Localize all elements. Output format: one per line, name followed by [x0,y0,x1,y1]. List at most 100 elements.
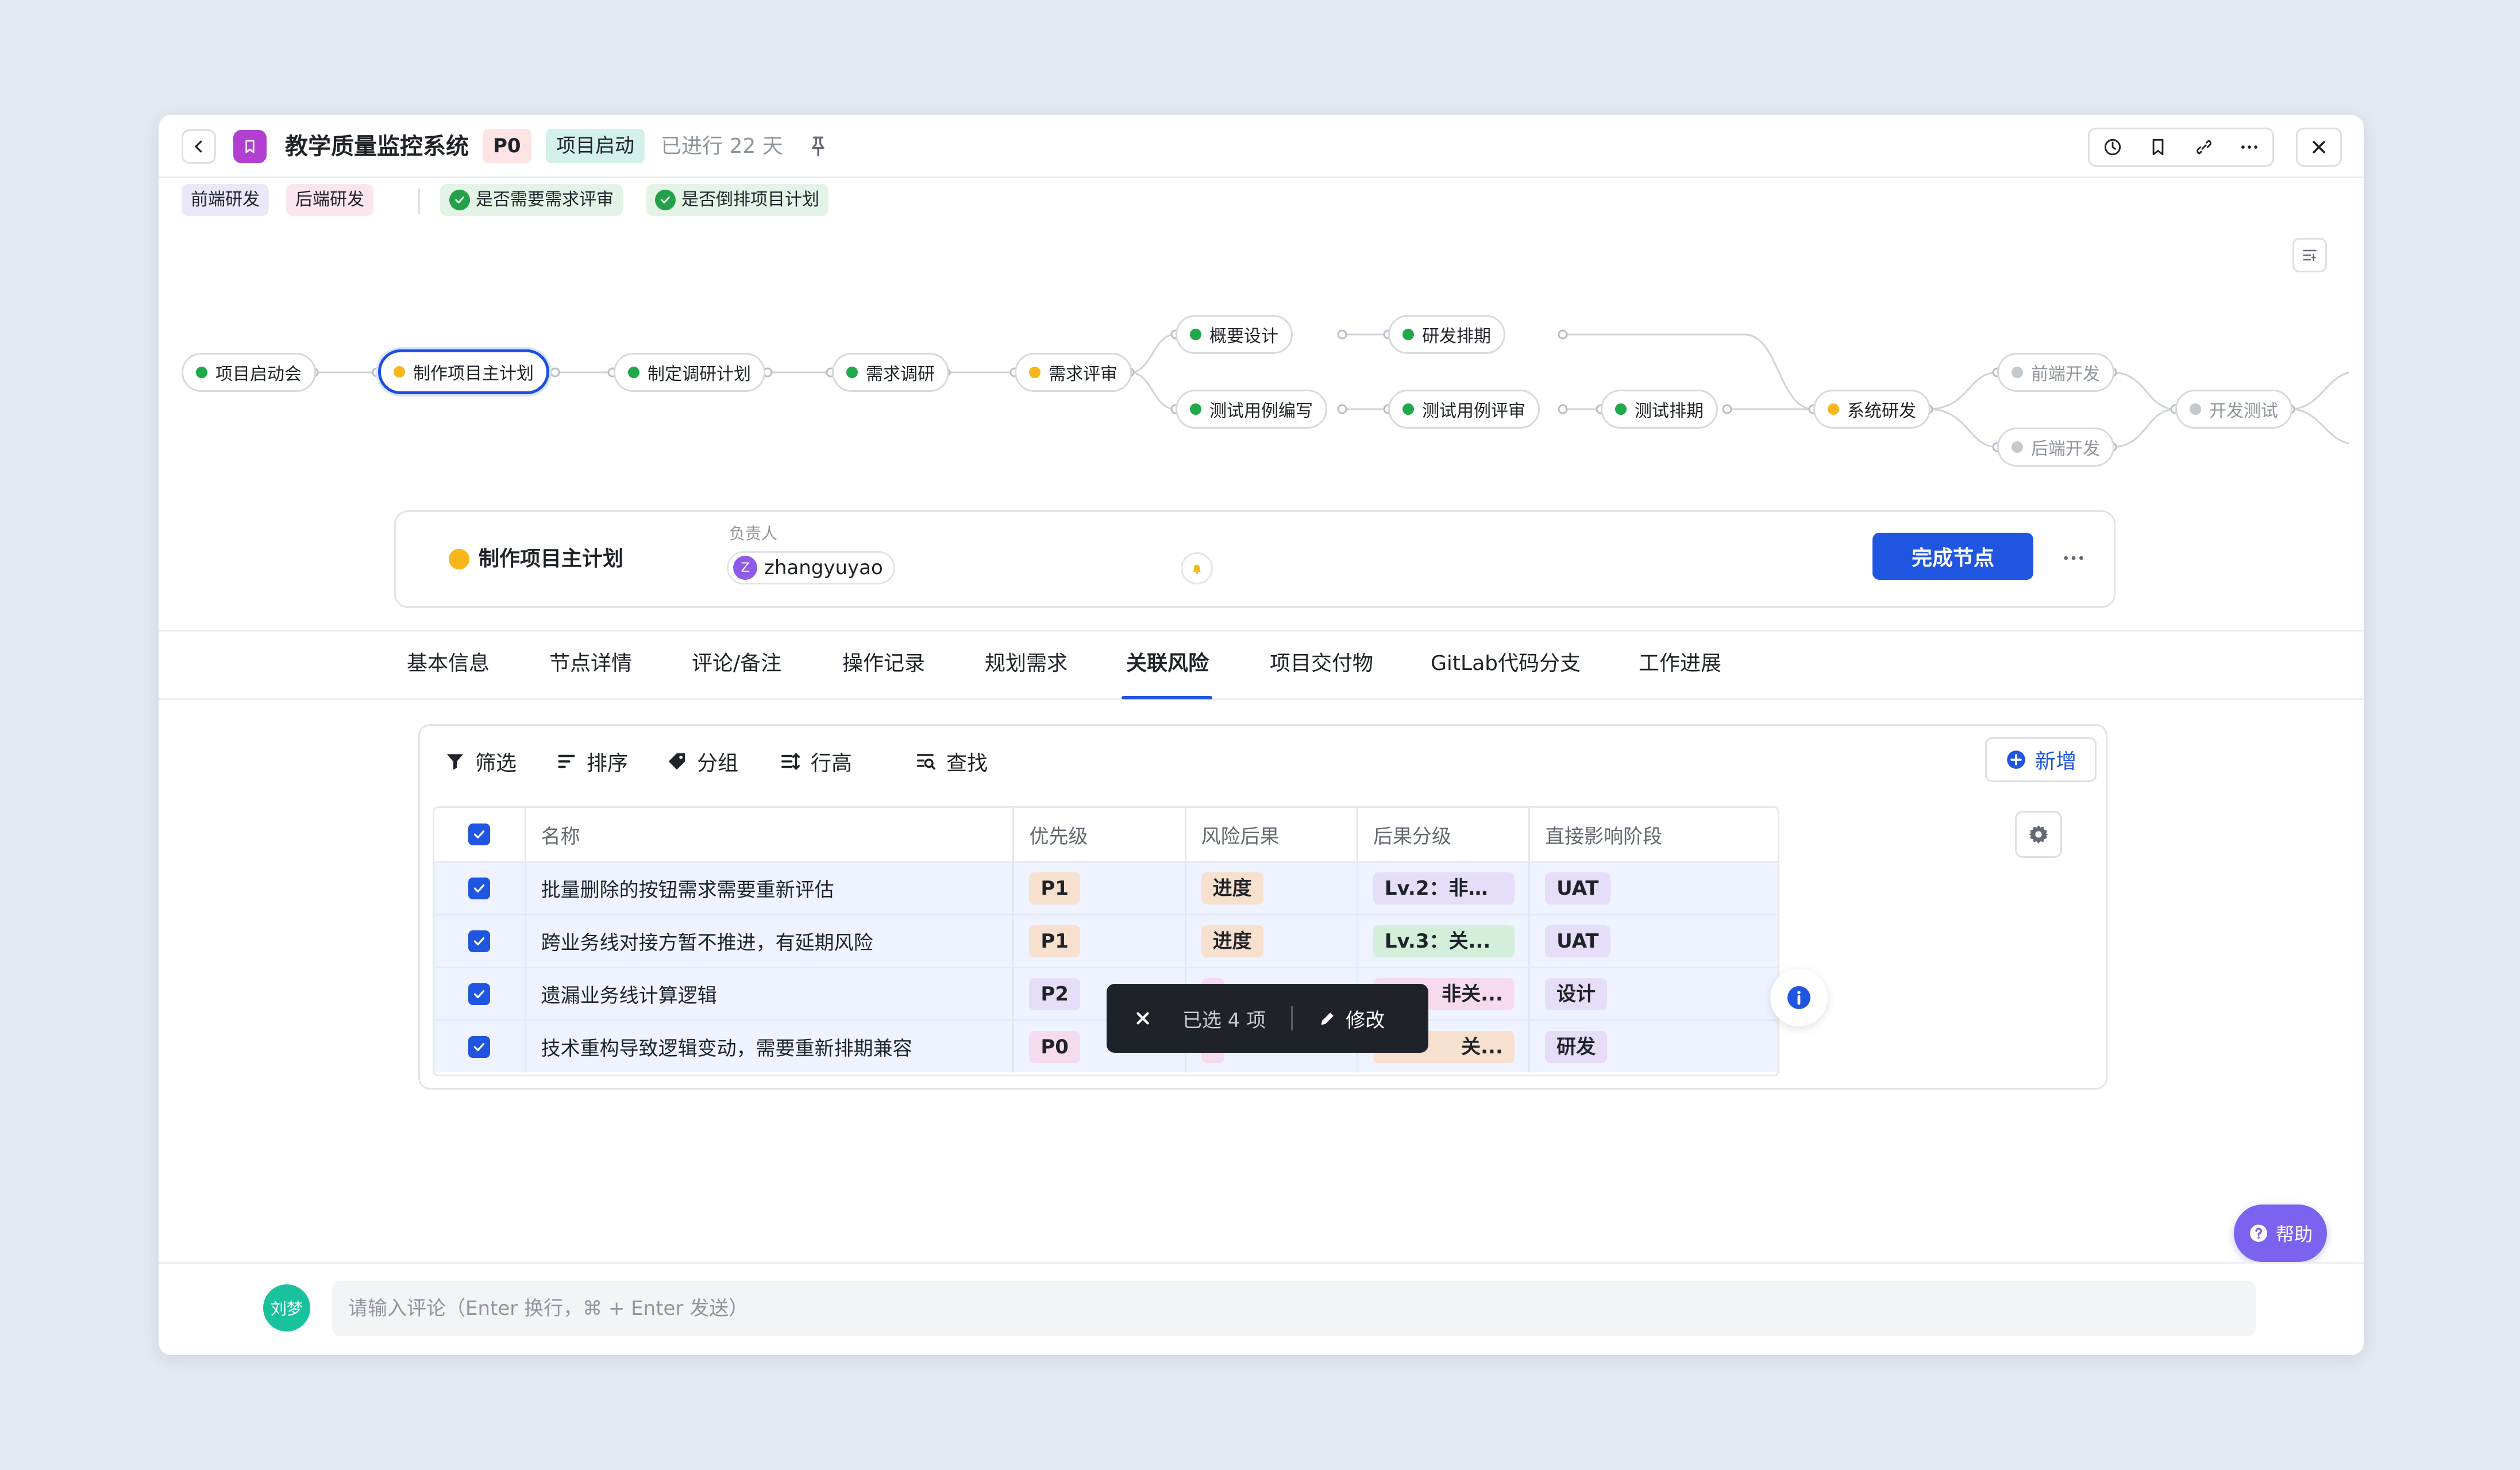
owner-chip[interactable]: Z zhangyuyao [727,551,895,584]
row-height-button[interactable]: 行高 [780,746,852,776]
row-check-cell [434,915,526,967]
level-cell: Lv.2：非关... [1358,863,1531,914]
tab-comments[interactable]: 评论/备注 [692,649,781,679]
avatar: 刘梦 [263,1284,310,1332]
flow-node[interactable]: 概要设计 [1176,315,1293,354]
flow-node[interactable]: 系统研发 [1813,390,1931,429]
tab-basic-info[interactable]: 基本信息 [407,649,490,679]
status-done-icon [1402,329,1414,340]
status-in-progress-icon [394,366,405,378]
add-label: 新增 [2035,750,2076,774]
row-checkbox[interactable] [468,930,491,952]
filter-button[interactable]: 筛选 [444,746,517,776]
help-button[interactable]: 帮助 [2234,1205,2327,1262]
card-more-button[interactable] [2056,547,2091,569]
col-header-consequence[interactable]: 风险后果 [1186,808,1358,861]
consequence-cell: 进度 [1186,915,1358,967]
node-label: 项目启动会 [215,364,302,384]
tab-related-risks[interactable]: 关联风险 [1126,649,1209,679]
node-label: 测试排期 [1635,401,1704,421]
tab-gitlab-branches[interactable]: GitLab代码分支 [1431,649,1581,679]
col-header-level[interactable]: 后果分级 [1358,808,1531,861]
flow-node[interactable]: 测试用例评审 [1388,390,1540,429]
row-checkbox[interactable] [468,877,491,899]
check-icon [474,990,485,998]
col-header-name[interactable]: 名称 [526,808,1015,861]
help-label: 帮助 [2275,1223,2313,1245]
tab-node-details[interactable]: 节点详情 [549,649,632,679]
col-header-priority[interactable]: 优先级 [1014,808,1186,861]
flow-node[interactable]: 测试用例编写 [1176,390,1327,429]
flow-node[interactable]: 项目启动会 [182,353,316,392]
row-checkbox[interactable] [468,983,491,1005]
select-all-checkbox[interactable] [468,823,491,845]
row-check-cell [434,968,526,1019]
flow-node[interactable]: 需求调研 [832,353,949,392]
search-button[interactable]: 查找 [915,746,988,776]
clear-selection-button[interactable] [1133,1009,1153,1028]
gear-icon [2029,825,2048,844]
add-risk-button[interactable]: 新增 [1985,737,2097,782]
filter-icon [446,754,464,770]
select-all-cell [434,808,526,861]
status-done-icon [846,367,858,378]
search-label: 查找 [946,752,988,775]
col-header-stage[interactable]: 直接影响阶段 [1530,808,1778,861]
sort-label: 排序 [587,752,629,775]
active-tab-indicator [1122,696,1212,699]
priority-pill: P1 [1029,925,1080,957]
table-row[interactable]: 技术重构导致逻辑变动，需要重新排期兼容 P0 关... 研发 [434,1019,1778,1072]
project-detail-window: 教学质量监控系统 P0 项目启动 已进行 22 天 前端研发 后端研发 是否需要… [159,115,2364,1355]
flow-node[interactable]: 研发排期 [1388,315,1505,354]
tab-operation-log[interactable]: 操作记录 [842,649,925,679]
owner-name: zhangyuyao [764,556,883,579]
group-button[interactable]: 分组 [666,746,738,776]
table-header-row: 名称 优先级 风险后果 后果分级 直接影响阶段 [434,808,1778,861]
flow-node[interactable]: 前端开发 [1997,353,2114,392]
node-name: 制作项目主计划 [479,547,624,571]
stage-cell: 设计 [1530,968,1778,1019]
flow-node[interactable]: 需求评审 [1015,353,1132,392]
consequence-cell: 进度 [1186,863,1358,914]
stage-cell: UAT [1530,863,1778,914]
complete-node-button[interactable]: 完成节点 [1872,533,2033,580]
remind-button[interactable] [1181,552,1213,584]
tab-work-progress[interactable]: 工作进展 [1639,649,1721,679]
node-label: 前端开发 [2031,364,2100,384]
flow-node[interactable]: 开发测试 [2175,390,2292,429]
pencil-icon [1321,1013,1334,1025]
comment-input[interactable] [332,1281,2256,1336]
edit-selection-button[interactable]: 修改 [1318,1005,1385,1033]
flow-node[interactable]: 测试排期 [1601,390,1718,429]
row-checkbox[interactable] [468,1036,491,1058]
more-icon [2064,556,2083,560]
table-row[interactable]: 遗漏业务线计算逻辑 P2 非关... 设计 [434,967,1778,1019]
table-row[interactable]: 跨业务线对接方暂不推进，有延期风险 P1 进度 Lv.3：关... UAT [434,914,1778,967]
flow-node[interactable]: 制定调研计划 [614,353,765,392]
tab-deliverables[interactable]: 项目交付物 [1270,649,1373,679]
flow-node[interactable]: 后端开发 [1997,428,2114,467]
tab-planned-requirements[interactable]: 规划需求 [985,649,1068,679]
row-check-cell [434,1021,526,1072]
node-label: 制定调研计划 [648,364,751,384]
status-done-icon [1402,403,1414,415]
row-check-cell [434,863,526,914]
table-row[interactable]: 批量删除的按钮需求需要重新评估 P1 进度 Lv.2：非关... UAT [434,861,1778,914]
level-cell: Lv.3：关... [1358,915,1531,967]
risk-name: 跨业务线对接方暂不推进，有延期风险 [526,915,1015,967]
avatar: Z [733,556,757,580]
selection-divider [1291,1006,1293,1030]
node-label: 后端开发 [2031,439,2100,459]
question-icon [2249,1225,2267,1242]
info-button[interactable] [1770,969,1828,1026]
check-icon [474,884,485,892]
edit-label: 修改 [1346,1009,1385,1032]
consequence-pill: 进度 [1201,872,1263,905]
stage-pill: UAT [1545,872,1610,905]
priority-pill: P1 [1029,872,1080,905]
sort-button[interactable]: 排序 [556,746,628,776]
consequence-pill: 进度 [1201,925,1263,957]
flow-node-active[interactable]: 制作项目主计划 [378,349,549,394]
node-label: 系统研发 [1847,401,1916,421]
table-settings-button[interactable] [2015,811,2062,858]
